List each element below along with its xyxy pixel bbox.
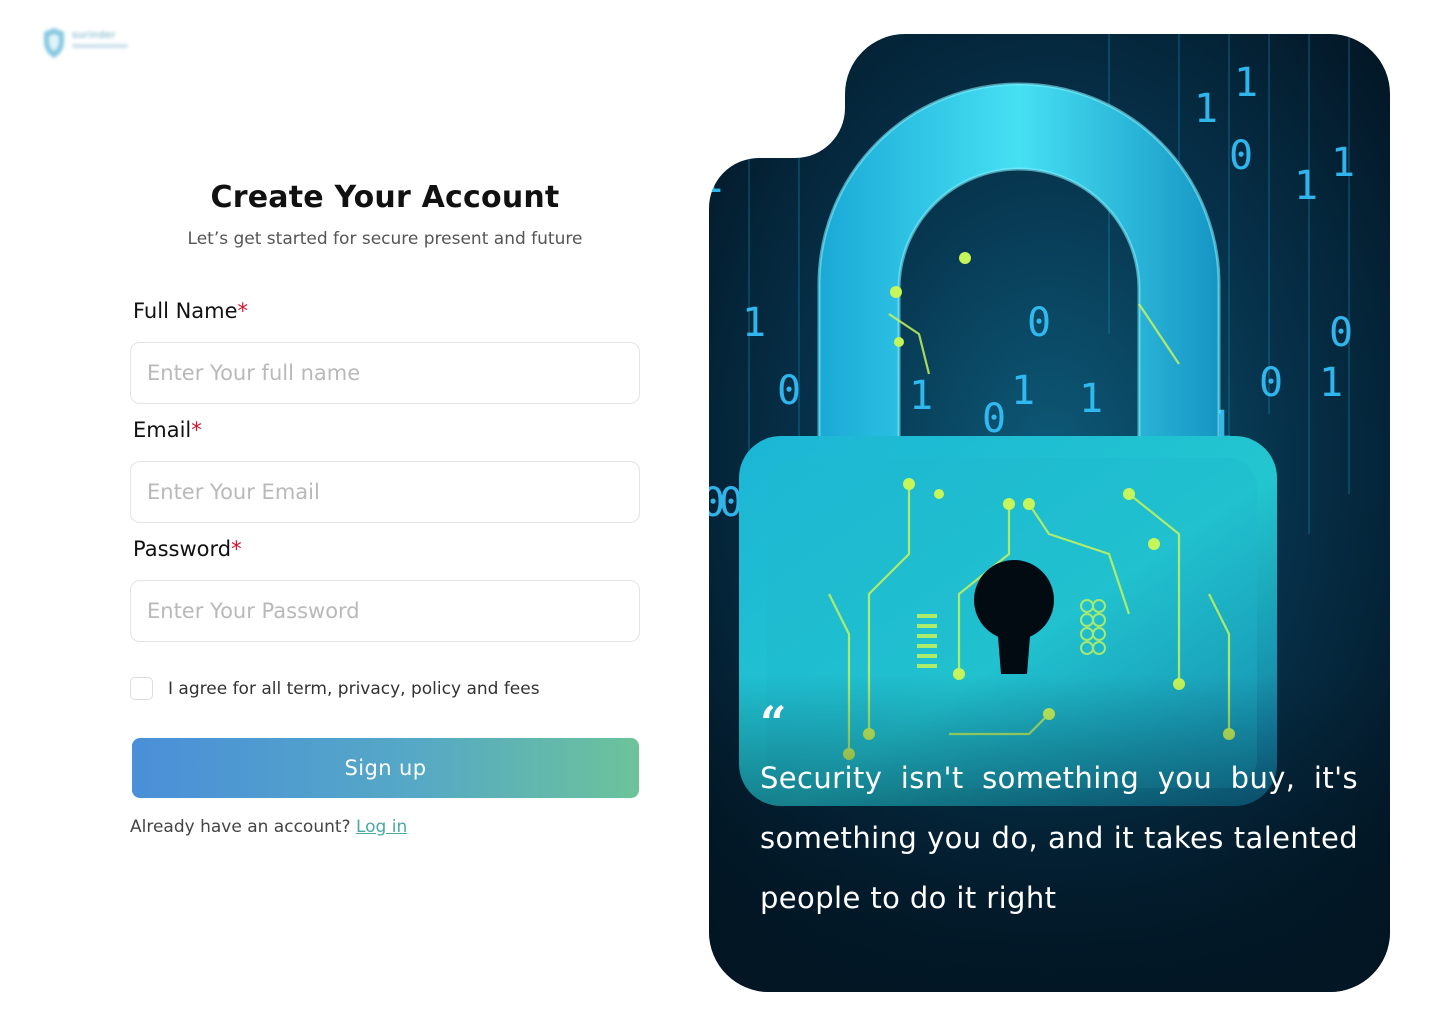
full-name-label: Full Name* — [133, 299, 249, 323]
password-input[interactable] — [130, 580, 640, 642]
password-label: Password* — [133, 537, 242, 561]
binary-digit: 0 — [1329, 310, 1353, 356]
required-mark: * — [231, 537, 242, 561]
signup-form: Create Your Account Let’s get started fo… — [130, 180, 640, 837]
quote-icon: “ — [760, 696, 787, 750]
binary-digit: 0 — [982, 396, 1006, 442]
page-subtitle: Let’s get started for secure present and… — [187, 229, 583, 249]
terms-checkbox[interactable] — [130, 677, 153, 700]
login-link[interactable]: Log in — [356, 817, 407, 837]
binary-digit: 0 — [777, 368, 801, 414]
binary-digit: 1 — [709, 156, 723, 202]
required-mark: * — [191, 418, 202, 442]
required-mark: * — [237, 299, 249, 323]
terms-label[interactable]: I agree for all term, privacy, policy an… — [168, 679, 540, 699]
full-name-input[interactable] — [130, 342, 640, 404]
binary-digit: 1 — [742, 300, 766, 346]
email-input[interactable] — [130, 461, 640, 523]
binary-digit: 1 — [1319, 360, 1343, 406]
brand-name: surinder — [72, 30, 116, 41]
login-prompt: Already have an account? Log in — [130, 817, 408, 837]
binary-digit: 1 — [1331, 140, 1355, 186]
brand-tagline-bar — [72, 44, 128, 48]
sign-up-button[interactable]: Sign up — [132, 738, 639, 798]
page-title: Create Your Account — [210, 180, 560, 215]
binary-digit: 1 — [1079, 376, 1103, 422]
logo-area: surinder — [0, 0, 190, 82]
binary-digit: 0 — [1027, 300, 1051, 346]
email-label: Email* — [133, 418, 202, 442]
terms-agreement: I agree for all term, privacy, policy an… — [130, 677, 540, 700]
binary-digit: 1 — [1294, 163, 1318, 209]
binary-digit: 1 — [1011, 368, 1035, 414]
brand-logo[interactable]: surinder — [42, 26, 142, 62]
shield-icon — [44, 28, 64, 58]
quote-text: Security isn't something you buy, it's s… — [760, 761, 1358, 915]
binary-digit: 1 — [1194, 86, 1218, 132]
binary-digit: 1 — [909, 373, 933, 419]
binary-digit: 1 — [1234, 60, 1258, 106]
binary-digit: 0 — [1259, 360, 1283, 406]
security-quote: “ Security isn't something you buy, it's… — [760, 700, 1358, 928]
binary-digit: 0 — [1229, 133, 1253, 179]
